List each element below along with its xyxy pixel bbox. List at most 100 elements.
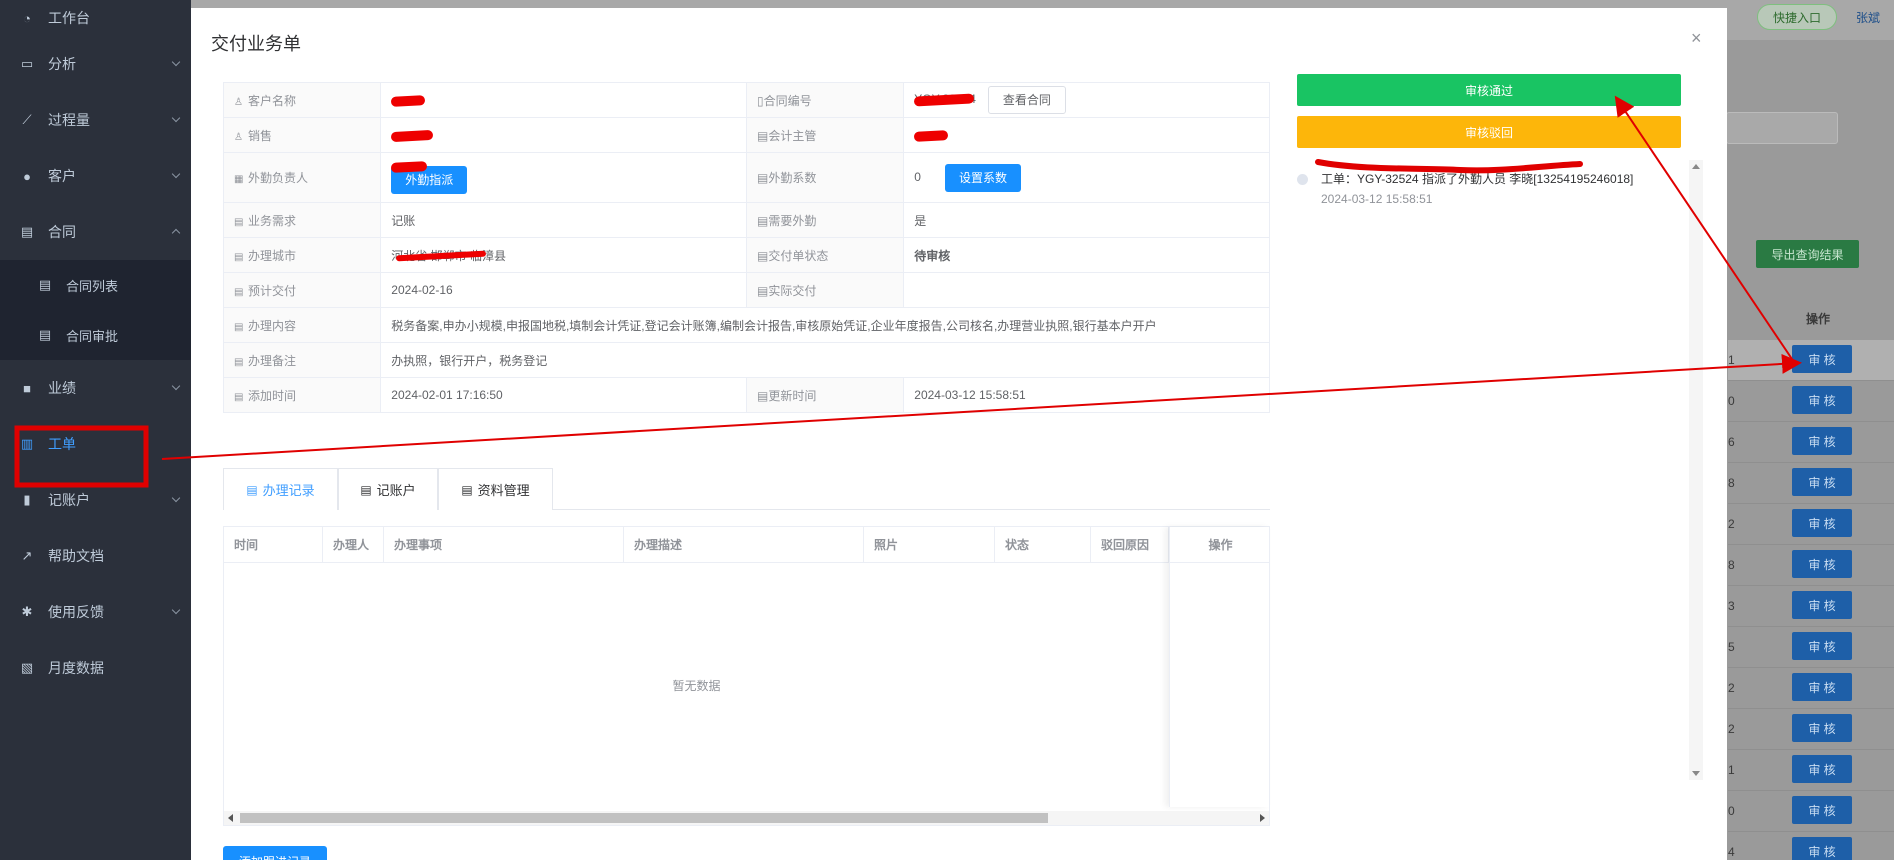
add-record-button[interactable]: 添加跟进记录 bbox=[223, 846, 327, 860]
sidebar-item-label: 分析 bbox=[48, 56, 76, 72]
row-value: 4 bbox=[1728, 845, 1735, 859]
sidebar: ◔ 工作台 ▭ 分析 ⟋ 过程量 ● 客户 ▤ 合同 ▤ 合同列表 ▤ 合同审批… bbox=[0, 0, 191, 860]
redaction-mark bbox=[391, 160, 428, 173]
sidebar-item-label: 合同 bbox=[48, 224, 76, 240]
document-icon: ▤ bbox=[756, 388, 769, 403]
chevron-up-icon bbox=[171, 228, 181, 238]
remark-value: 办执照，银行开户，税务登记 bbox=[380, 342, 1270, 378]
approve-button[interactable]: 审核通过 bbox=[1297, 74, 1681, 106]
audit-button[interactable]: 审 核 bbox=[1792, 591, 1852, 619]
column-header: 办理人 bbox=[323, 527, 384, 563]
scroll-right-icon[interactable] bbox=[1260, 814, 1265, 822]
contract-no-value: YGY-32524查看合同 bbox=[903, 82, 1270, 118]
audit-button[interactable]: 审 核 bbox=[1792, 837, 1852, 860]
table-header: 时间 办理人 办理事项 办理描述 照片 状态 驳回原因 bbox=[224, 527, 1269, 563]
scroll-up-icon[interactable] bbox=[1692, 164, 1700, 169]
timeline-time: 2024-03-12 15:58:51 bbox=[1321, 192, 1433, 206]
close-icon[interactable]: × bbox=[1691, 28, 1702, 49]
redaction-mark bbox=[391, 129, 434, 142]
user-icon: ● bbox=[23, 168, 31, 184]
set-coefficient-button[interactable]: 设置系数 bbox=[944, 163, 1021, 192]
sales-value bbox=[380, 117, 747, 153]
scroll-down-icon[interactable] bbox=[1692, 771, 1700, 776]
audit-button[interactable]: 审 核 bbox=[1792, 550, 1852, 578]
audit-button[interactable]: 审 核 bbox=[1792, 714, 1852, 742]
sidebar-item-label: 帮助文档 bbox=[48, 548, 104, 564]
field-label: ▤ 预计交付 bbox=[222, 272, 382, 308]
row-value: 2 bbox=[1728, 517, 1735, 531]
table-row: 1 审 核 bbox=[1728, 750, 1894, 791]
audit-button[interactable]: 审 核 bbox=[1792, 755, 1852, 783]
column-header: 办理事项 bbox=[384, 527, 624, 563]
field-label: ▤ 添加时间 bbox=[222, 377, 382, 413]
sidebar-item-process[interactable]: ⟋ 过程量 bbox=[0, 92, 191, 148]
field-label: ▤外勤系数 bbox=[745, 152, 905, 203]
field-label: ▤ 办理备注 bbox=[222, 342, 382, 378]
sidebar-item-feedback[interactable]: ✱ 使用反馈 bbox=[0, 584, 191, 640]
sidebar-item-workbench[interactable]: ◔ 工作台 bbox=[0, 0, 191, 36]
sidebar-item-label: 工作台 bbox=[48, 10, 90, 26]
sidebar-item-contract-approval[interactable]: ▤ 合同审批 bbox=[0, 310, 191, 360]
audit-button[interactable]: 审 核 bbox=[1792, 345, 1852, 373]
filter-select[interactable] bbox=[1726, 112, 1838, 144]
customer-name-value bbox=[380, 82, 747, 118]
sidebar-item-contract-list[interactable]: ▤ 合同列表 bbox=[0, 260, 191, 310]
reject-button[interactable]: 审核驳回 bbox=[1297, 116, 1681, 148]
calendar-icon: ▤ bbox=[246, 482, 258, 497]
document-icon: ▤ bbox=[756, 248, 769, 263]
dashboard-icon: ◔ bbox=[23, 10, 31, 26]
row-value: 2 bbox=[1728, 681, 1735, 695]
field-label: ▦ 外勤负责人 bbox=[222, 152, 382, 203]
tab-documents[interactable]: ▤ 资料管理 bbox=[438, 468, 553, 510]
sidebar-item-bookkeeping[interactable]: ▮ 记账户 bbox=[0, 472, 191, 528]
chart-icon: ▭ bbox=[20, 56, 34, 71]
empty-text: 暂无数据 bbox=[672, 678, 721, 693]
scroll-thumb[interactable] bbox=[240, 813, 1048, 823]
user-name[interactable]: 张斌 bbox=[1856, 9, 1880, 26]
audit-button[interactable]: 审 核 bbox=[1792, 468, 1852, 496]
export-button[interactable]: 导出查询结果 bbox=[1756, 240, 1859, 268]
clipboard-icon: ▥ bbox=[20, 436, 34, 451]
timeline-text: 工单：YGY-32524 指派了外勤人员 李晓[13254195246018] bbox=[1321, 172, 1634, 186]
row-value: 0 bbox=[1728, 804, 1735, 818]
audit-button[interactable]: 审 核 bbox=[1792, 427, 1852, 455]
document-icon: ▤ bbox=[234, 251, 244, 263]
tab-bookkeeping[interactable]: ▤ 记账户 bbox=[338, 468, 438, 510]
sidebar-item-help[interactable]: ↗ 帮助文档 bbox=[0, 528, 191, 584]
field-label: ▤ 办理内容 bbox=[222, 307, 382, 343]
audit-button[interactable]: 审 核 bbox=[1792, 796, 1852, 824]
city-value: 河北省 邯郸市 临漳县 bbox=[380, 237, 747, 273]
quick-entry-button[interactable]: 快捷入口 bbox=[1757, 4, 1837, 30]
sidebar-item-contract[interactable]: ▤ 合同 bbox=[0, 204, 191, 260]
audit-button[interactable]: 审 核 bbox=[1792, 632, 1852, 660]
scroll-left-icon[interactable] bbox=[228, 814, 233, 822]
row-value: 8 bbox=[1728, 476, 1735, 490]
tab-records[interactable]: ▤ 办理记录 bbox=[223, 468, 338, 510]
delivery-order-dialog: 交付业务单 × ♙客户名称 ▯合同编号 YGY-32524查看合同 ♙销售 ▤会… bbox=[191, 8, 1727, 860]
view-contract-button[interactable]: 查看合同 bbox=[987, 86, 1066, 114]
document-icon: ▤ bbox=[756, 128, 769, 143]
field-label: ▤ 业务需求 bbox=[222, 202, 382, 238]
created-value: 2024-02-01 17:16:50 bbox=[380, 377, 747, 413]
content-value: 税务备案,申办小规模,申报国地税,填制会计凭证,登记会计账簿,编制会计报告,审核… bbox=[380, 307, 1270, 343]
horizontal-scrollbar[interactable] bbox=[224, 811, 1269, 825]
sidebar-item-analysis[interactable]: ▭ 分析 bbox=[0, 36, 191, 92]
chevron-down-icon bbox=[171, 381, 181, 391]
sidebar-item-customer[interactable]: ● 客户 bbox=[0, 148, 191, 204]
sidebar-item-performance[interactable]: ■ 业绩 bbox=[0, 360, 191, 416]
sidebar-item-label: 工单 bbox=[48, 436, 76, 452]
operation-column: 1审 核 0审 核 6审 核 8审 核 2审 核 8审 核 3审 核 5审 核 … bbox=[1728, 340, 1894, 860]
table-row: 3 审 核 bbox=[1728, 586, 1894, 627]
row-value: 8 bbox=[1728, 558, 1735, 572]
audit-button[interactable]: 审 核 bbox=[1792, 673, 1852, 701]
document-icon: ▤ bbox=[234, 216, 244, 228]
vertical-scrollbar[interactable] bbox=[1689, 160, 1703, 780]
row-value: 1 bbox=[1728, 353, 1735, 367]
sidebar-item-monthly[interactable]: ▧ 月度数据 bbox=[0, 640, 191, 696]
column-header: 办理描述 bbox=[624, 527, 864, 563]
table-row: 4 审 核 bbox=[1728, 832, 1894, 860]
sidebar-item-work-order[interactable]: ▥ 工单 bbox=[0, 416, 191, 472]
table-row: 8 审 核 bbox=[1728, 545, 1894, 586]
audit-button[interactable]: 审 核 bbox=[1792, 386, 1852, 414]
audit-button[interactable]: 审 核 bbox=[1792, 509, 1852, 537]
